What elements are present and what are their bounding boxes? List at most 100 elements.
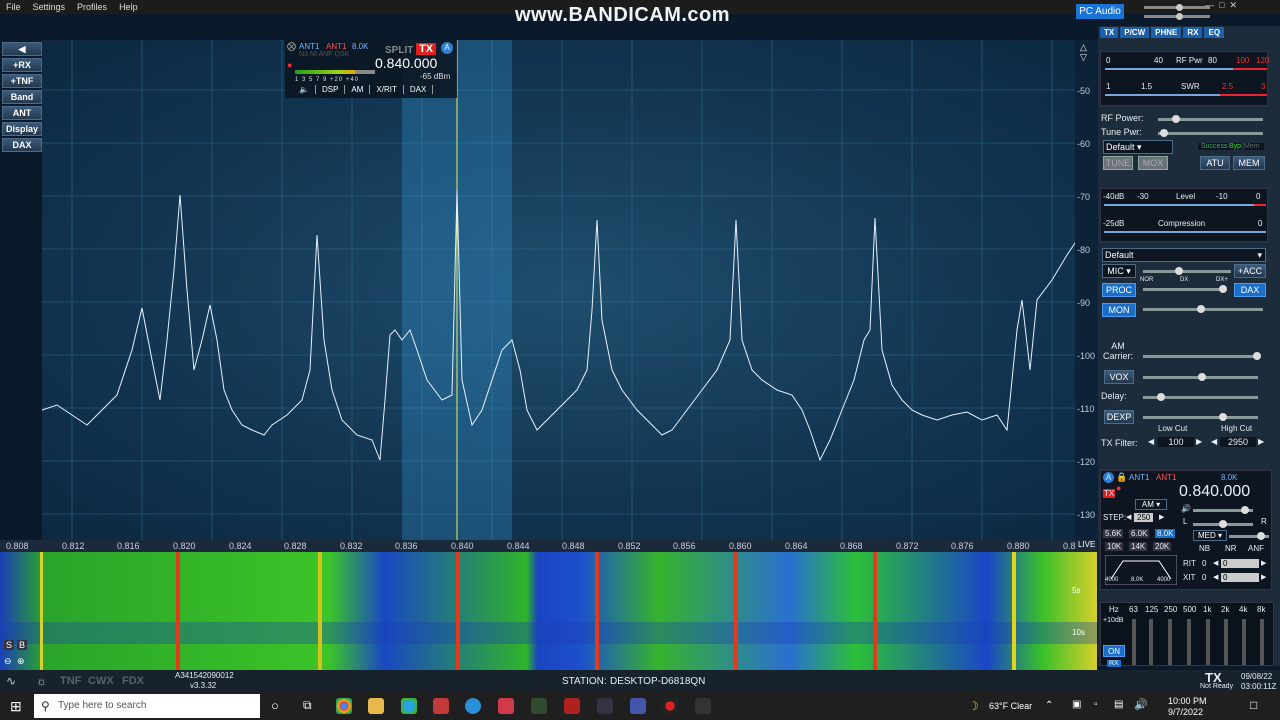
- anf-button[interactable]: ANF: [1248, 544, 1264, 553]
- rit-label[interactable]: RIT: [1183, 559, 1196, 568]
- eq-slider-2k[interactable]: [1224, 619, 1228, 665]
- tab-dsp[interactable]: DSP: [316, 85, 346, 94]
- slice-panel-tx-badge[interactable]: TX: [1103, 489, 1116, 498]
- music-icon[interactable]: [498, 698, 514, 714]
- speaker-volume-icon[interactable]: 🔊: [1181, 504, 1191, 513]
- tx-slice-button[interactable]: TX: [416, 43, 437, 55]
- weather-text[interactable]: 63°F Clear: [989, 701, 1032, 711]
- atu-button[interactable]: ATU: [1200, 156, 1230, 170]
- task-view-icon[interactable]: ⧉: [303, 698, 312, 713]
- tune-button[interactable]: TUNE: [1103, 156, 1133, 170]
- high-cut-decrease-icon[interactable]: ◀: [1211, 437, 1217, 446]
- xit-label[interactable]: XIT: [1183, 573, 1195, 582]
- slice-volume-slider[interactable]: [1193, 506, 1253, 514]
- tab-phne[interactable]: PHNE: [1151, 27, 1182, 38]
- pc-audio-volume-slider[interactable]: [1144, 4, 1210, 11]
- network-icon[interactable]: ▤: [1114, 699, 1123, 710]
- monitor-volume-slider[interactable]: [1143, 305, 1263, 313]
- dexp-button[interactable]: DEXP: [1104, 410, 1134, 424]
- xit-offset-field[interactable]: 0: [1221, 573, 1259, 582]
- sdr-app-icon[interactable]: [597, 698, 613, 714]
- bandicam-icon[interactable]: [662, 698, 678, 714]
- nr-button[interactable]: NR: [1225, 544, 1237, 553]
- pc-audio-headphone-slider[interactable]: [1144, 13, 1210, 20]
- eq-slider-4k[interactable]: [1242, 619, 1246, 665]
- waterfall[interactable]: 5s 10s S B ⊖ ⊕: [0, 552, 1097, 670]
- mon-button[interactable]: MON: [1102, 303, 1136, 317]
- dax-app-icon[interactable]: [531, 698, 547, 714]
- slice-flag[interactable]: ⨂ ANT1 ANT1 8.0K N3 NI ANF QSK SPLIT TX …: [285, 40, 457, 98]
- slice-panel-tx-antenna[interactable]: ANT1: [1156, 473, 1176, 482]
- file-explorer-icon[interactable]: [368, 698, 384, 714]
- speaker-icon[interactable]: 🔈: [293, 85, 316, 94]
- menu-settings[interactable]: Settings: [27, 2, 72, 12]
- pdf-icon[interactable]: [564, 698, 580, 714]
- record-icon[interactable]: ●: [1116, 483, 1121, 493]
- waveform-icon[interactable]: ∿: [6, 674, 16, 688]
- tab-rx[interactable]: RX: [1183, 27, 1203, 38]
- step-value[interactable]: 250: [1134, 513, 1154, 522]
- notification-icon[interactable]: □: [1250, 698, 1257, 712]
- acc-button[interactable]: +ACC: [1234, 264, 1266, 278]
- add-rx-button[interactable]: +RX: [2, 58, 42, 72]
- tray-app-icon[interactable]: ▣: [1072, 699, 1081, 710]
- utility-app-icon[interactable]: [630, 698, 646, 714]
- low-cut-decrease-icon[interactable]: ◀: [1148, 437, 1154, 446]
- low-cut-value[interactable]: 100: [1158, 437, 1194, 447]
- menu-help[interactable]: Help: [113, 2, 144, 12]
- tune-power-slider[interactable]: [1158, 129, 1263, 137]
- record-dot-icon[interactable]: ●: [287, 60, 292, 70]
- clock-time[interactable]: 10:00 PM: [1168, 696, 1207, 706]
- ant-button[interactable]: ANT: [2, 106, 42, 120]
- filter-5.6k-button[interactable]: 5.6K: [1103, 529, 1124, 538]
- filter-8.0k-button[interactable]: 8.0K: [1155, 529, 1176, 538]
- waterfall-b-button[interactable]: B: [17, 640, 28, 650]
- zoom-in-icon[interactable]: ⊕: [17, 656, 25, 667]
- dax-button[interactable]: DAX: [2, 138, 42, 152]
- eq-slider-1k[interactable]: [1206, 619, 1210, 665]
- proc-level-slider[interactable]: [1143, 285, 1227, 293]
- slice-pan-slider[interactable]: [1193, 520, 1253, 528]
- tab-eq[interactable]: EQ: [1204, 27, 1225, 38]
- eq-on-button[interactable]: ON: [1103, 645, 1125, 657]
- filter-10k-button[interactable]: 10K: [1105, 542, 1124, 551]
- nb-button[interactable]: NB: [1199, 544, 1210, 553]
- antenna-icon[interactable]: ☼: [36, 674, 47, 688]
- cwx-status[interactable]: CWX: [88, 675, 114, 687]
- high-cut-value[interactable]: 2950: [1220, 437, 1256, 447]
- tray-app-icon[interactable]: ▫: [1094, 699, 1098, 710]
- slice-tx-antenna[interactable]: ANT1: [326, 42, 346, 51]
- high-cut-increase-icon[interactable]: ▶: [1258, 437, 1264, 446]
- slice-rx-antenna[interactable]: ANT1: [299, 42, 319, 51]
- eq-slider-8k[interactable]: [1260, 619, 1264, 665]
- rit-offset-field[interactable]: 0: [1221, 559, 1259, 568]
- slice-panel-rx-antenna[interactable]: ANT1: [1129, 473, 1149, 482]
- mic-gain-slider[interactable]: [1143, 267, 1231, 275]
- rit-increase-icon[interactable]: ▶: [1261, 559, 1266, 567]
- tab-dax[interactable]: DAX: [404, 85, 434, 94]
- edge-icon[interactable]: [401, 698, 417, 714]
- pc-audio-button[interactable]: PC Audio: [1076, 4, 1124, 19]
- dexp-level-slider[interactable]: [1143, 413, 1258, 421]
- collapse-arrow-button[interactable]: ◀: [2, 42, 42, 56]
- proc-button[interactable]: PROC: [1102, 283, 1136, 297]
- taskbar-search-box[interactable]: ⚲ Type here to search: [34, 694, 260, 718]
- eq-slider-500[interactable]: [1187, 619, 1191, 665]
- tray-chevron-icon[interactable]: ⌃: [1045, 700, 1053, 711]
- weather-icon[interactable]: ☽: [968, 699, 979, 713]
- band-button[interactable]: Band: [2, 90, 42, 104]
- rf-power-slider[interactable]: [1158, 115, 1263, 123]
- panadapter[interactable]: ⨂ ANT1 ANT1 8.0K N3 NI ANF QSK SPLIT TX …: [42, 40, 1097, 540]
- xit-increase-icon[interactable]: ▶: [1261, 573, 1266, 581]
- paint-icon[interactable]: [433, 698, 449, 714]
- vox-level-slider[interactable]: [1143, 373, 1258, 381]
- chrome-icon[interactable]: [336, 698, 352, 714]
- filter-14k-button[interactable]: 14K: [1129, 542, 1148, 551]
- waterfall-s-button[interactable]: S: [4, 640, 15, 650]
- filter-6.0k-button[interactable]: 6.0K: [1129, 529, 1150, 538]
- slice-panel-frequency[interactable]: 0.840.000: [1179, 483, 1250, 501]
- eq-rx-button[interactable]: RX: [1107, 660, 1121, 667]
- tab-xrit[interactable]: X/RIT: [370, 85, 404, 94]
- tnf-status[interactable]: TNF: [60, 675, 81, 687]
- vox-delay-slider[interactable]: [1143, 393, 1258, 401]
